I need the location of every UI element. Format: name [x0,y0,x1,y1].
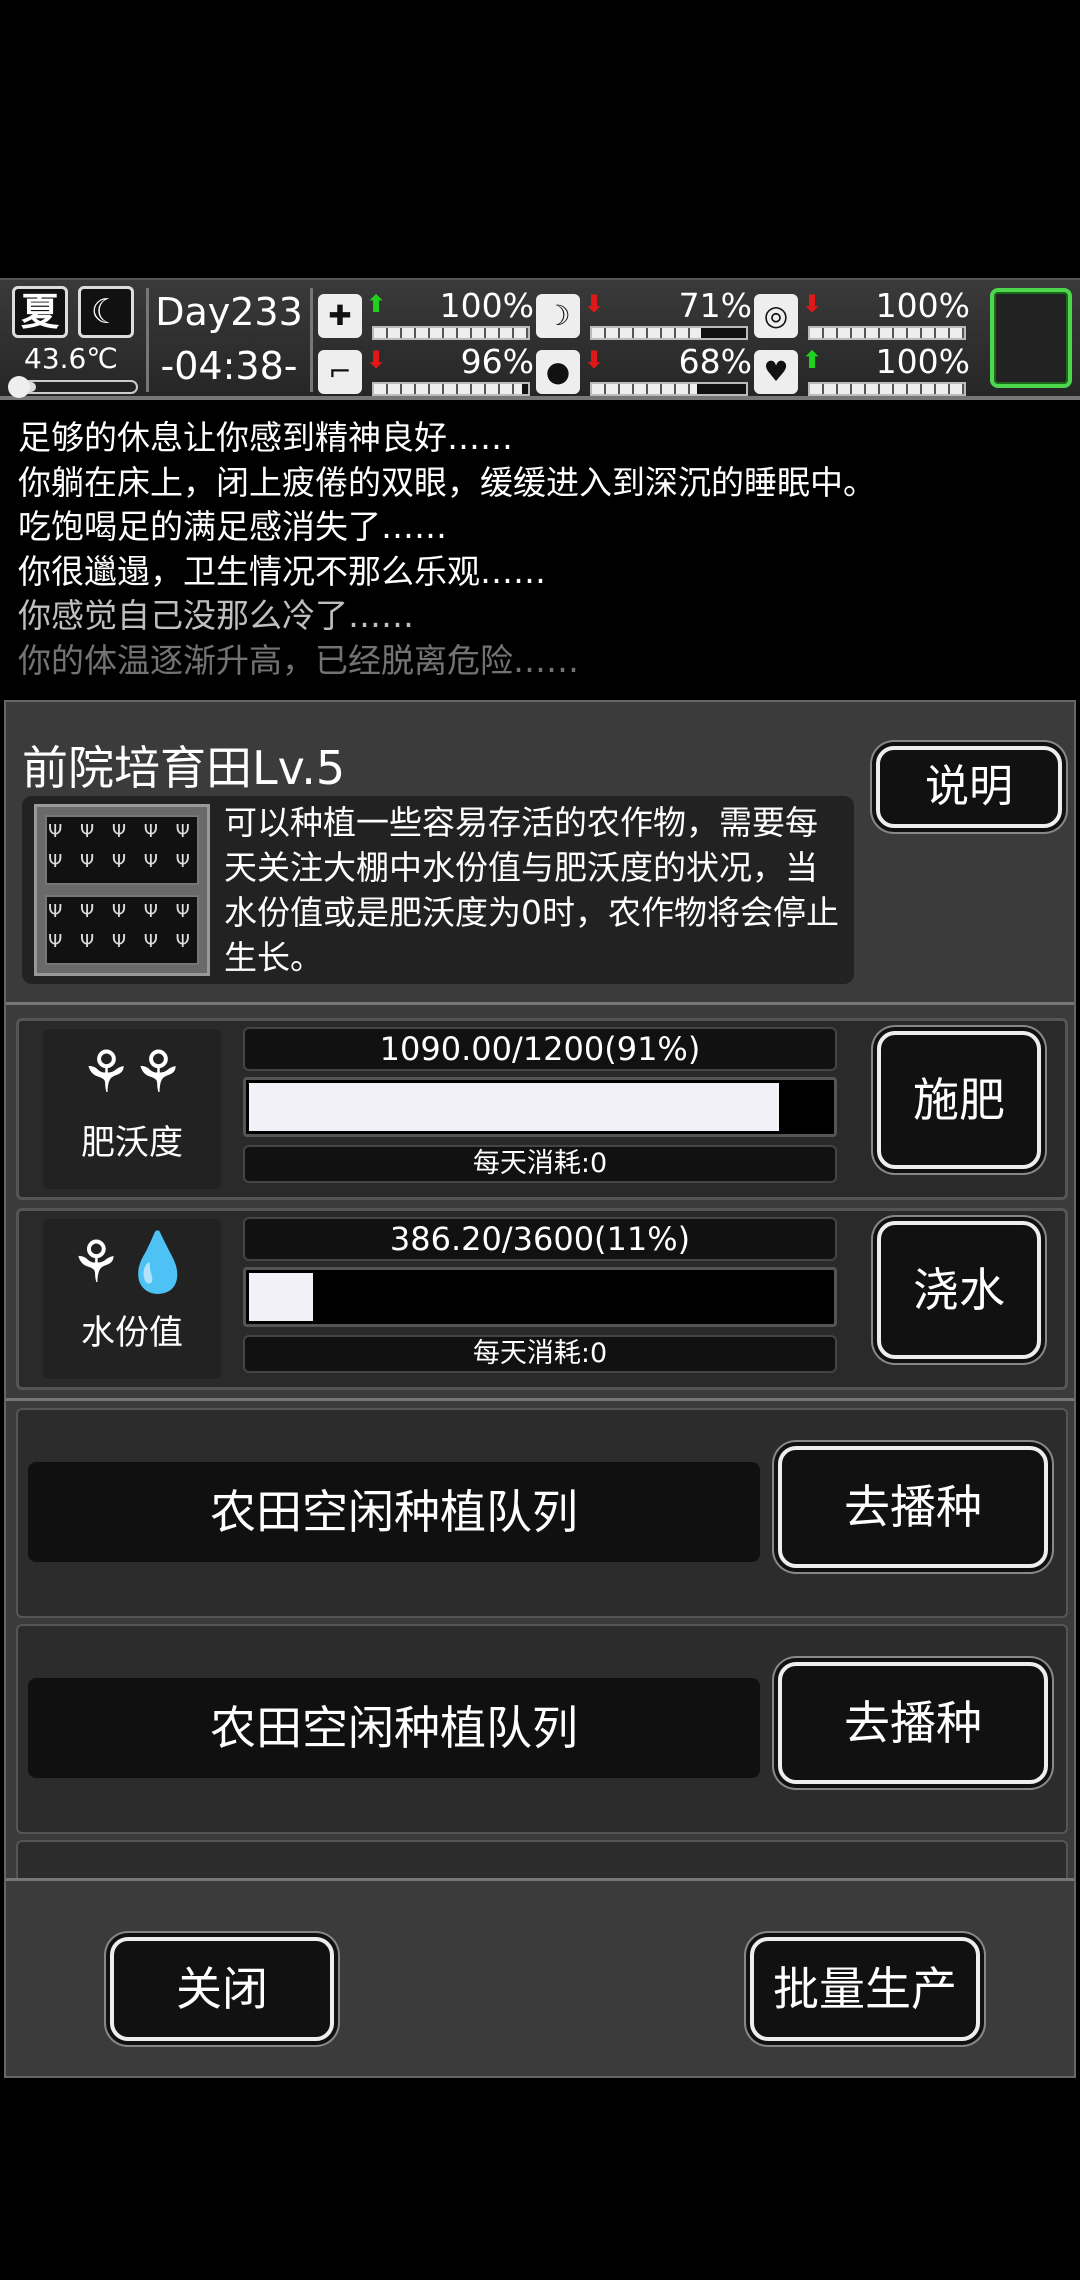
water-label: 水份值 [81,1313,183,1353]
stat-value: 100% [875,286,970,325]
log-line: 你感觉自己没那么冷了…… [18,596,414,636]
stat-health: ✚ ⬆ 100% [318,286,536,344]
stat-bar-fill [810,328,964,338]
trend-down-icon: ⬇ [584,290,605,318]
divider [6,1398,1074,1401]
equipment-slot[interactable] [990,288,1072,388]
trend-down-icon: ⬇ [584,346,605,374]
water-consumption: 每天消耗:0 [243,1335,837,1373]
water-icon-box: ⚘💧 水份值 [43,1219,221,1379]
stat-mood: ♥ ⬆ 100% [754,342,972,400]
description-box: Ψ Ψ Ψ Ψ ΨΨ Ψ Ψ Ψ Ψ Ψ Ψ Ψ Ψ ΨΨ Ψ Ψ Ψ Ψ 可以… [22,796,854,984]
stat-thirst: ● ⬇ 68% [536,342,754,400]
stat-bar [372,382,530,396]
water-button[interactable]: 浇水 [877,1221,1041,1359]
day-counter: Day233 [155,290,303,334]
stat-value: 68% [678,342,752,381]
season-badge: 夏 [12,286,68,338]
planting-queue: 农田空闲种植队列 去播种 [16,1408,1068,1618]
water-value: 386.20/3600(11%) [243,1217,837,1261]
close-button[interactable]: 关闭 [110,1937,334,2041]
divider [146,288,149,392]
fertility-bar [243,1077,837,1137]
log-line: 吃饱喝足的满足感消失了…… [18,507,447,547]
fertilize-button[interactable]: 施肥 [877,1031,1041,1169]
stat-bar [372,326,530,340]
temperature-gauge [8,376,138,398]
log-line: 你的体温逐渐升高，已经脱离危险…… [18,640,579,680]
log-line: 足够的休息让你感到精神良好…… [18,418,513,457]
planting-queue: 农田空闲种植队列 去播种 [16,1624,1068,1834]
fertility-bar-fill [249,1083,779,1131]
divider [6,1002,1074,1005]
boot-icon: ⌐ [318,350,362,394]
stat-value: 100% [875,342,970,381]
message-log: 足够的休息让你感到精神良好…… 你躺在床上，闭上疲倦的双眼，缓缓进入到深沉的睡眠中… [18,416,1068,684]
stat-stamina: ⌐ ⬇ 96% [318,342,536,400]
stat-value: 100% [439,286,534,325]
water-drop-icon: ⚘💧 [69,1228,195,1296]
clock-time: -04:38- [160,344,298,388]
help-button[interactable]: 说明 [876,746,1062,828]
sow-button[interactable]: 去播种 [778,1446,1048,1568]
trend-down-icon: ⬇ [366,346,387,374]
heart-icon: ♥ [754,350,798,394]
fertility-consumption: 每天消耗:0 [243,1145,837,1183]
stat-bar [808,326,966,340]
water-bar-fill [249,1273,314,1321]
trend-down-icon: ⬇ [802,290,823,318]
fertility-icon-box: ⚘⚘ 肥沃度 [43,1029,221,1189]
water-row: ⚘💧 水份值 386.20/3600(11%) 每天消耗:0 浇水 [16,1208,1068,1390]
stomach-icon: ☽ [536,294,580,338]
building-panel: 前院培育田Lv.5 说明 Ψ Ψ Ψ Ψ ΨΨ Ψ Ψ Ψ Ψ Ψ Ψ Ψ Ψ … [4,700,1076,2078]
stat-value: 71% [678,286,752,325]
fertility-label: 肥沃度 [81,1123,183,1163]
stat-bar-fill [592,328,702,338]
batch-produce-button[interactable]: 批量生产 [750,1937,980,2041]
description-text: 可以种植一些容易存活的农作物，需要每天关注大棚中水份值与肥沃度的状况，当水份值或… [224,803,839,977]
queue-label: 农田空闲种植队列 [28,1678,760,1778]
sow-button[interactable]: 去播种 [778,1662,1048,1784]
temperature-readout: 43.6℃ [24,342,118,375]
moon-icon: ☾ [78,286,134,338]
stat-bar [590,382,748,396]
stat-bar-fill [592,384,697,394]
divider [310,288,313,392]
thermometer-icon [8,376,30,398]
fertility-value: 1090.00/1200(91%) [243,1027,837,1071]
status-bar: 夏 ☾ 43.6℃ Day233 -04:38- ✚ ⬆ 100% ☽ ⬇ 71% ◎ ⬇ 10… [0,278,1080,400]
stat-bar-fill [374,328,528,338]
stat-value: 96% [460,342,534,381]
medkit-icon: ✚ [318,294,362,338]
water-drop-icon: ● [536,350,580,394]
panel-footer: 关闭 批量生产 [6,1878,1074,2076]
building-title: 前院培育田Lv.5 [22,741,346,795]
capsule-icon: ◎ [754,294,798,338]
fertility-row: ⚘⚘ 肥沃度 1090.00/1200(91%) 每天消耗:0 施肥 [16,1018,1068,1200]
queue-label: 农田空闲种植队列 [28,1462,760,1562]
farm-field-icon: Ψ Ψ Ψ Ψ ΨΨ Ψ Ψ Ψ Ψ Ψ Ψ Ψ Ψ ΨΨ Ψ Ψ Ψ Ψ [34,804,210,976]
trend-up-icon: ⬆ [802,346,823,374]
stat-bar-fill [374,384,522,394]
stat-bar-fill [810,384,964,394]
trend-up-icon: ⬆ [366,290,387,318]
log-line: 你很邋遢，卫生情况不那么乐观…… [18,551,546,591]
fertilizer-icon: ⚘⚘ [80,1038,184,1106]
log-line: 你躺在床上，闭上疲倦的双眼，缓缓进入到深沉的睡眠中。 [18,462,876,502]
stat-bar [590,326,748,340]
stat-bar [808,382,966,396]
stat-hunger: ☽ ⬇ 71% [536,286,754,344]
stat-sanity: ◎ ⬇ 100% [754,286,972,344]
water-bar [243,1267,837,1327]
